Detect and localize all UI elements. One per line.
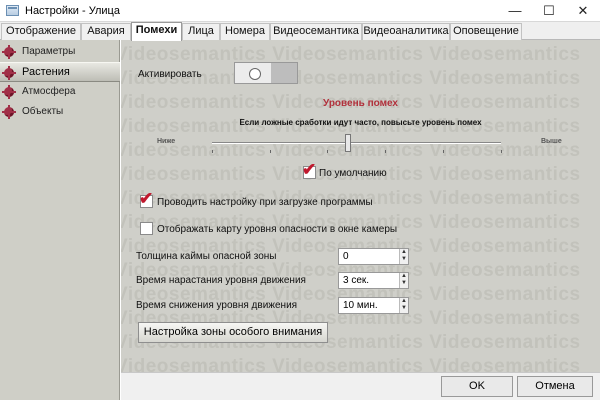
minimize-button[interactable]: — — [498, 0, 532, 22]
sidebar-item-parameters[interactable]: Параметры — [0, 42, 120, 62]
close-button[interactable]: ✕ — [566, 0, 600, 22]
slider-low-label: Ниже — [157, 138, 176, 145]
activate-label: Активировать — [138, 69, 202, 80]
sidebar-item-plants[interactable]: Растения — [0, 62, 120, 82]
tab-display[interactable]: Отображение — [1, 23, 81, 40]
sidebar: Параметры Растения Атмосфера Объекты — [0, 40, 120, 400]
slider-tick — [212, 150, 213, 153]
toggle-track-end — [271, 63, 297, 83]
cross-bullet-icon — [2, 85, 16, 99]
attention-zone-settings-button[interactable]: Настройка зоны особого внимания — [138, 322, 328, 343]
spin-up-icon[interactable]: ▲ — [401, 249, 407, 256]
slider-tick — [443, 150, 444, 153]
fall-time-label: Время снижения уровня движения — [136, 300, 298, 311]
startup-setup-label: Проводить настройку при загрузке програм… — [157, 197, 373, 208]
watermark-line: Videosemantics Videosemantics Videoseman… — [121, 356, 581, 372]
sidebar-item-label: Атмосфера — [22, 86, 76, 97]
tab-alarm[interactable]: Авария — [81, 23, 131, 40]
cross-bullet-icon — [2, 66, 16, 80]
sidebar-item-atmosphere[interactable]: Атмосфера — [0, 82, 120, 102]
checkmark-icon: ✔ — [302, 160, 317, 179]
window-app-icon — [6, 5, 19, 16]
danger-map-label: Отображать карту уровня опасности в окне… — [157, 224, 398, 235]
interference-level-title: Уровень помех — [322, 98, 398, 109]
border-thickness-label: Толщина каймы опасной зоны — [136, 251, 277, 262]
spinbox-arrows[interactable]: ▲ ▼ — [399, 273, 408, 288]
settings-panel: Videosemantics Videosemantics Videoseman… — [121, 40, 600, 372]
slider-tick — [270, 150, 271, 153]
interference-slider-thumb[interactable] — [345, 134, 351, 152]
slider-high-label: Выше — [541, 138, 562, 145]
sidebar-item-label: Объекты — [22, 106, 64, 117]
default-checkbox[interactable]: ✔ — [302, 161, 316, 179]
slider-tick — [327, 150, 328, 153]
interference-slider-track[interactable] — [212, 142, 501, 144]
title-bar: Настройки - Улица — ☐ ✕ — [0, 0, 600, 22]
spin-down-icon[interactable]: ▼ — [401, 256, 407, 263]
cancel-button[interactable]: Отмена — [517, 376, 593, 397]
tab-notification[interactable]: Оповещение — [450, 23, 522, 40]
checkmark-icon: ✔ — [139, 189, 154, 208]
tab-videoanalytics[interactable]: Видеоаналитика — [362, 23, 450, 40]
spinbox-value: 3 сек. — [343, 275, 370, 286]
sidebar-item-label: Растения — [22, 66, 70, 78]
spinbox-value: 0 — [343, 251, 349, 262]
tab-plates[interactable]: Номера — [220, 23, 270, 40]
activate-toggle[interactable] — [234, 62, 298, 84]
cross-bullet-icon — [2, 105, 16, 119]
watermark-line: Videosemantics Videosemantics Videoseman… — [121, 44, 581, 65]
border-thickness-spinbox[interactable]: 0 ▲ ▼ — [338, 248, 409, 265]
interference-level-hint: Если ложные сработки идут часто, повысьт… — [239, 118, 482, 127]
spinbox-value: 10 мин. — [343, 300, 378, 311]
default-checkbox-label: По умолчанию — [319, 168, 387, 179]
spin-down-icon[interactable]: ▼ — [401, 305, 407, 312]
spin-down-icon[interactable]: ▼ — [401, 280, 407, 287]
startup-setup-checkbox[interactable]: ✔ — [139, 190, 153, 208]
fall-time-spinbox[interactable]: 10 мин. ▲ ▼ — [338, 297, 409, 314]
spin-up-icon[interactable]: ▲ — [401, 298, 407, 305]
danger-map-checkbox[interactable] — [140, 222, 153, 235]
ok-button[interactable]: OK — [441, 376, 513, 397]
tab-faces[interactable]: Лица — [182, 23, 220, 40]
maximize-button[interactable]: ☐ — [532, 0, 566, 22]
window-title: Настройки - Улица — [25, 5, 120, 17]
slider-tick — [385, 150, 386, 153]
spinbox-arrows[interactable]: ▲ ▼ — [399, 249, 408, 264]
tab-videosemantics[interactable]: Видеосемантика — [270, 23, 362, 40]
rise-time-label: Время нарастания уровня движения — [136, 275, 306, 286]
sidebar-item-label: Параметры — [22, 46, 76, 57]
sidebar-item-objects[interactable]: Объекты — [0, 102, 120, 122]
spin-up-icon[interactable]: ▲ — [401, 273, 407, 280]
tab-bar: Отображение Авария Помехи Лица Номера Ви… — [0, 22, 600, 41]
spinbox-arrows[interactable]: ▲ ▼ — [399, 298, 408, 313]
tab-interference[interactable]: Помехи — [131, 22, 182, 41]
cross-bullet-icon — [2, 45, 16, 59]
toggle-knob — [249, 68, 261, 80]
slider-tick — [501, 150, 502, 153]
rise-time-spinbox[interactable]: 3 сек. ▲ ▼ — [338, 272, 409, 289]
